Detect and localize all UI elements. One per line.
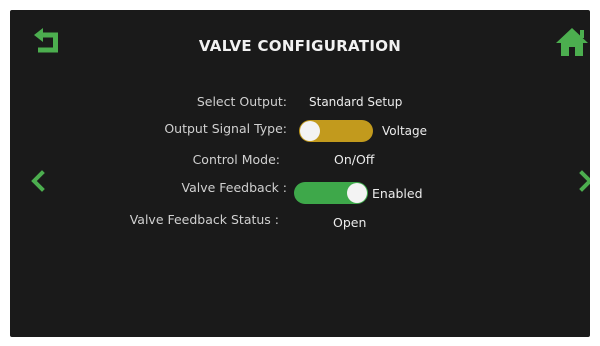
home-button[interactable] (555, 26, 589, 60)
next-page-button[interactable] (576, 168, 590, 194)
chevron-right-icon (579, 170, 590, 192)
toggle-knob (300, 121, 320, 141)
select-output-label: Select Output: (196, 94, 287, 109)
valve-feedback-status-label: Valve Feedback Status : (129, 212, 279, 227)
valve-feedback-status-value: Open (333, 215, 367, 230)
output-signal-type-value: Voltage (382, 124, 428, 138)
valve-feedback-toggle[interactable] (294, 182, 368, 204)
home-icon (556, 28, 588, 56)
control-mode-label: Control Mode: (192, 152, 280, 167)
select-output-value[interactable]: Standard Setup (309, 95, 402, 109)
page-title: VALVE CONFIGURATION (198, 37, 402, 55)
control-mode-value[interactable]: On/Off (334, 152, 374, 167)
valve-feedback-label: Valve Feedback : (181, 180, 288, 195)
toggle-knob (347, 183, 367, 203)
screen: VALVE CONFIGURATION Select Output: Stand… (10, 10, 590, 337)
output-signal-type-label: Output Signal Type: (164, 121, 287, 136)
output-signal-type-toggle[interactable] (299, 120, 373, 142)
previous-page-button[interactable] (28, 168, 48, 194)
valve-feedback-value: Enabled (372, 186, 423, 201)
chevron-left-icon (31, 170, 45, 192)
